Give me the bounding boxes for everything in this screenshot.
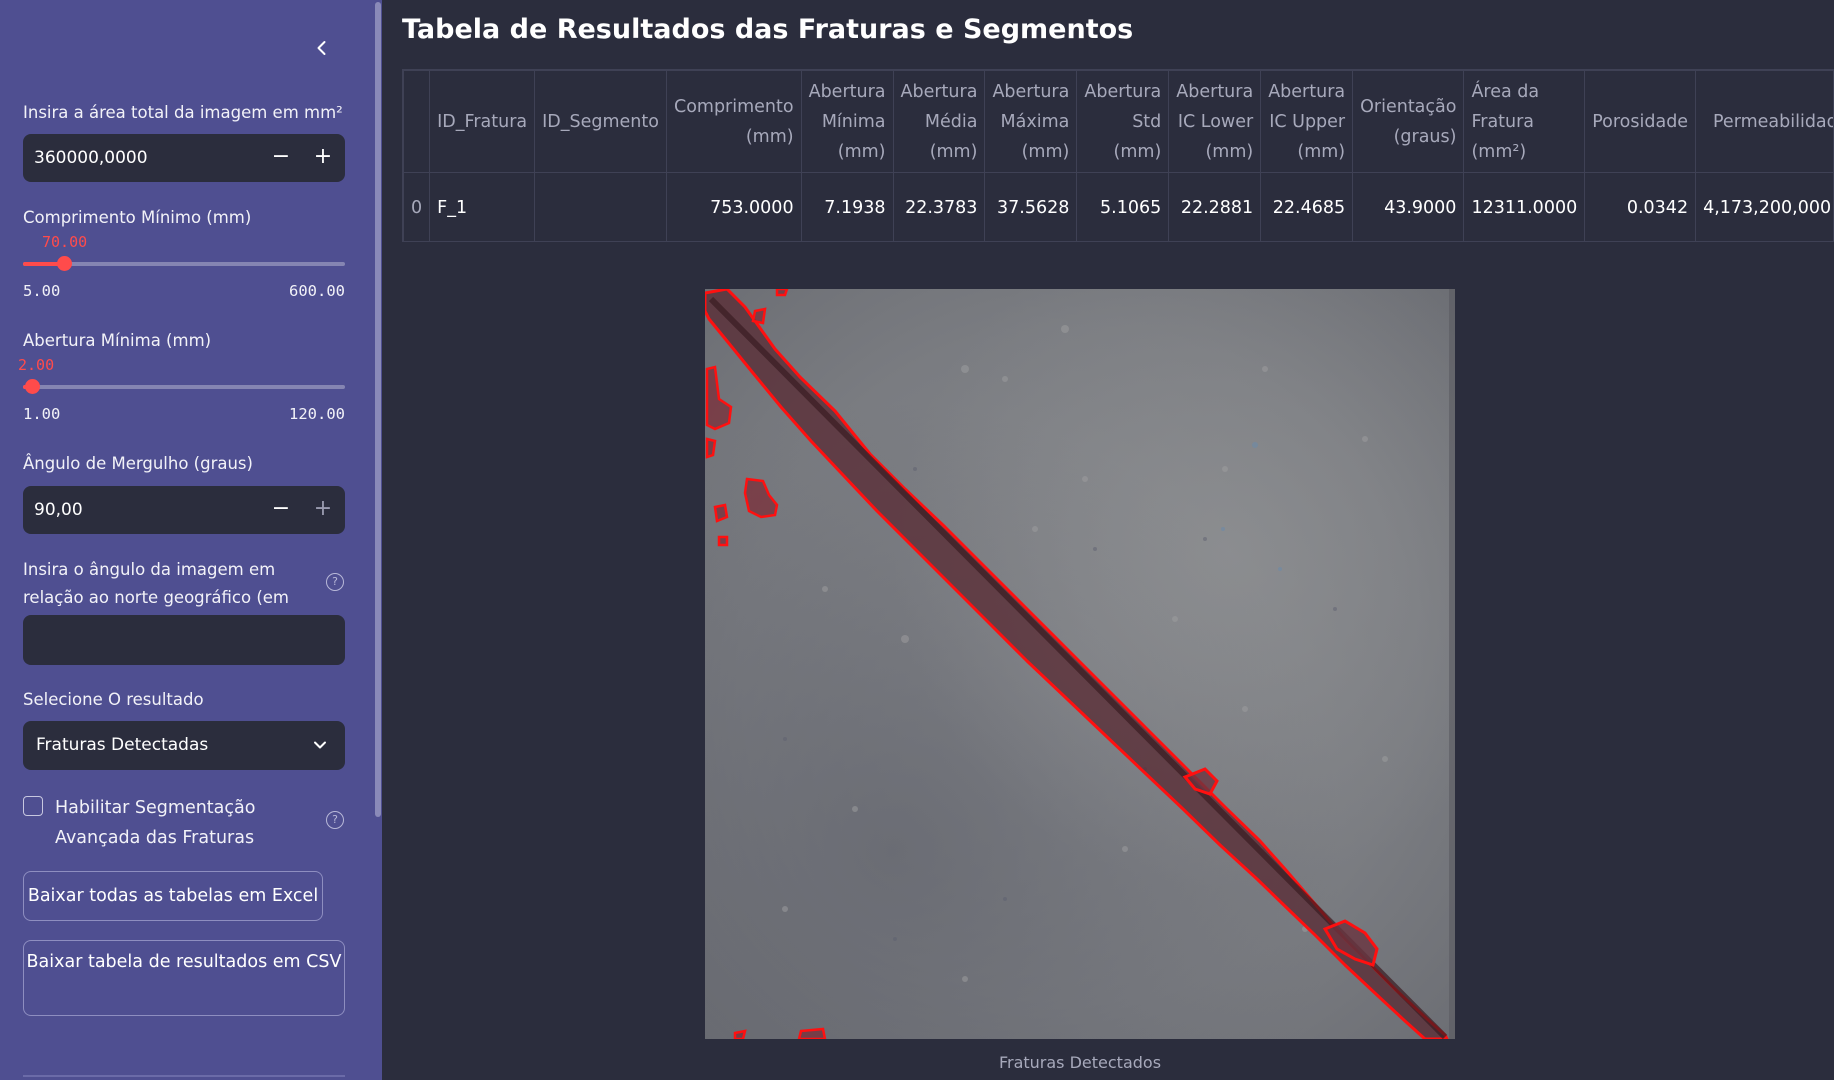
fracture-overlay-graphic xyxy=(705,289,1455,1039)
result-select-value: Fraturas Detectadas xyxy=(36,735,209,755)
table-cell[interactable]: 22.2881 xyxy=(1168,172,1262,241)
column-header-index[interactable] xyxy=(403,70,431,173)
table-cell[interactable]: 43.9000 xyxy=(1352,172,1465,241)
dip-angle-label: Ângulo de Mergulho (graus) xyxy=(23,454,253,473)
column-header[interactable]: ID_Fratura xyxy=(429,70,536,173)
result-select[interactable]: Fraturas Detectadas xyxy=(23,721,345,770)
min-length-min-label: 5.00 xyxy=(23,282,61,300)
min-aperture-max-label: 120.00 xyxy=(289,405,345,423)
min-length-slider-value: 70.00 xyxy=(42,233,88,251)
column-header[interactable]: ID_Segmento xyxy=(534,70,667,173)
download-excel-button[interactable]: Baixar todas as tabelas em Excel xyxy=(23,871,323,921)
row-index-cell[interactable]: 0 xyxy=(403,172,431,241)
column-header[interactable]: Comprimento (mm) xyxy=(665,70,802,173)
table-cell[interactable]: 0.0342 xyxy=(1584,172,1697,241)
chevron-down-icon xyxy=(314,741,326,749)
table-cell[interactable]: 7.1938 xyxy=(800,172,894,241)
column-header[interactable]: Abertura IC Lower (mm) xyxy=(1168,70,1262,173)
dip-angle-decrement-button[interactable]: − xyxy=(261,486,301,534)
area-input[interactable]: 360000,0000 − + xyxy=(23,134,345,182)
dip-angle-input-value[interactable]: 90,00 xyxy=(34,486,83,534)
segmentation-checkbox[interactable] xyxy=(23,796,43,816)
area-input-value[interactable]: 360000,0000 xyxy=(34,134,148,182)
table-cell[interactable]: 5.1065 xyxy=(1076,172,1170,241)
min-aperture-label: Abertura Mínima (mm) xyxy=(23,331,212,350)
min-aperture-slider-value: 2.00 xyxy=(18,356,55,374)
column-header[interactable]: Abertura Mínima (mm) xyxy=(800,70,894,173)
dip-angle-input[interactable]: 90,00 − + xyxy=(23,486,345,534)
north-angle-input[interactable] xyxy=(23,615,345,665)
area-increment-button[interactable]: + xyxy=(303,134,343,182)
divider xyxy=(23,1075,345,1077)
table-cell[interactable]: 22.4685 xyxy=(1260,172,1354,241)
segmentation-checkbox-label[interactable]: Habilitar Segmentação Avançada das Fratu… xyxy=(55,793,305,853)
area-decrement-button[interactable]: − xyxy=(261,134,301,182)
dip-angle-increment-button[interactable]: + xyxy=(303,486,343,534)
min-length-slider-thumb[interactable] xyxy=(57,256,72,271)
sidebar-scrollbar[interactable] xyxy=(375,2,381,817)
min-length-label: Comprimento Mínimo (mm) xyxy=(23,208,252,227)
help-icon[interactable]: ? xyxy=(326,811,344,829)
collapse-sidebar-button[interactable] xyxy=(308,34,336,62)
results-table[interactable]: ID_Fratura ID_Segmento Comprimento (mm) … xyxy=(402,69,1834,242)
column-header[interactable]: Área da Fratura (mm²) xyxy=(1463,70,1586,173)
min-aperture-min-label: 1.00 xyxy=(23,405,61,423)
table-cell[interactable]: F_1 xyxy=(429,172,536,241)
area-label: Insira a área total da imagem em mm² xyxy=(23,103,343,122)
image-caption: Fraturas Detectados xyxy=(998,1053,1162,1072)
min-aperture-slider-thumb[interactable] xyxy=(25,379,40,394)
column-header[interactable]: Porosidade xyxy=(1584,70,1697,173)
table-cell[interactable]: 4,173,200,000.0000 xyxy=(1695,172,1833,241)
table-cell[interactable]: 37.5628 xyxy=(984,172,1078,241)
column-header[interactable]: Abertura Máxima (mm) xyxy=(984,70,1078,173)
download-csv-button[interactable]: Baixar tabela de resultados em CSV xyxy=(23,940,345,1016)
column-header[interactable]: Orientação (graus) xyxy=(1352,70,1465,173)
column-header[interactable]: Abertura Std (mm) xyxy=(1076,70,1170,173)
min-length-slider[interactable] xyxy=(23,256,345,271)
page-title: Tabela de Resultados das Fraturas e Segm… xyxy=(402,14,1134,45)
column-header[interactable]: Permeabilidade (D) xyxy=(1695,70,1833,173)
column-header[interactable]: Abertura IC Upper (mm) xyxy=(1260,70,1354,173)
help-icon[interactable]: ? xyxy=(326,573,344,591)
table-header-row: ID_Fratura ID_Segmento Comprimento (mm) … xyxy=(403,70,1833,173)
min-length-max-label: 600.00 xyxy=(289,282,345,300)
table-cell[interactable]: 12311.0000 xyxy=(1463,172,1586,241)
chevron-left-icon xyxy=(317,41,326,55)
min-aperture-slider[interactable] xyxy=(23,379,345,394)
table-cell[interactable]: 22.3783 xyxy=(892,172,986,241)
fracture-detection-image xyxy=(705,289,1455,1039)
table-row[interactable]: 0 F_1 753.0000 7.1938 22.3783 37.5628 5.… xyxy=(403,172,1833,241)
table-cell[interactable]: 753.0000 xyxy=(665,172,802,241)
column-header[interactable]: Abertura Média (mm) xyxy=(892,70,986,173)
sidebar: Insira a área total da imagem em mm² 360… xyxy=(0,0,382,1080)
table-cell[interactable] xyxy=(534,172,667,241)
result-select-label: Selecione O resultado xyxy=(23,690,204,709)
